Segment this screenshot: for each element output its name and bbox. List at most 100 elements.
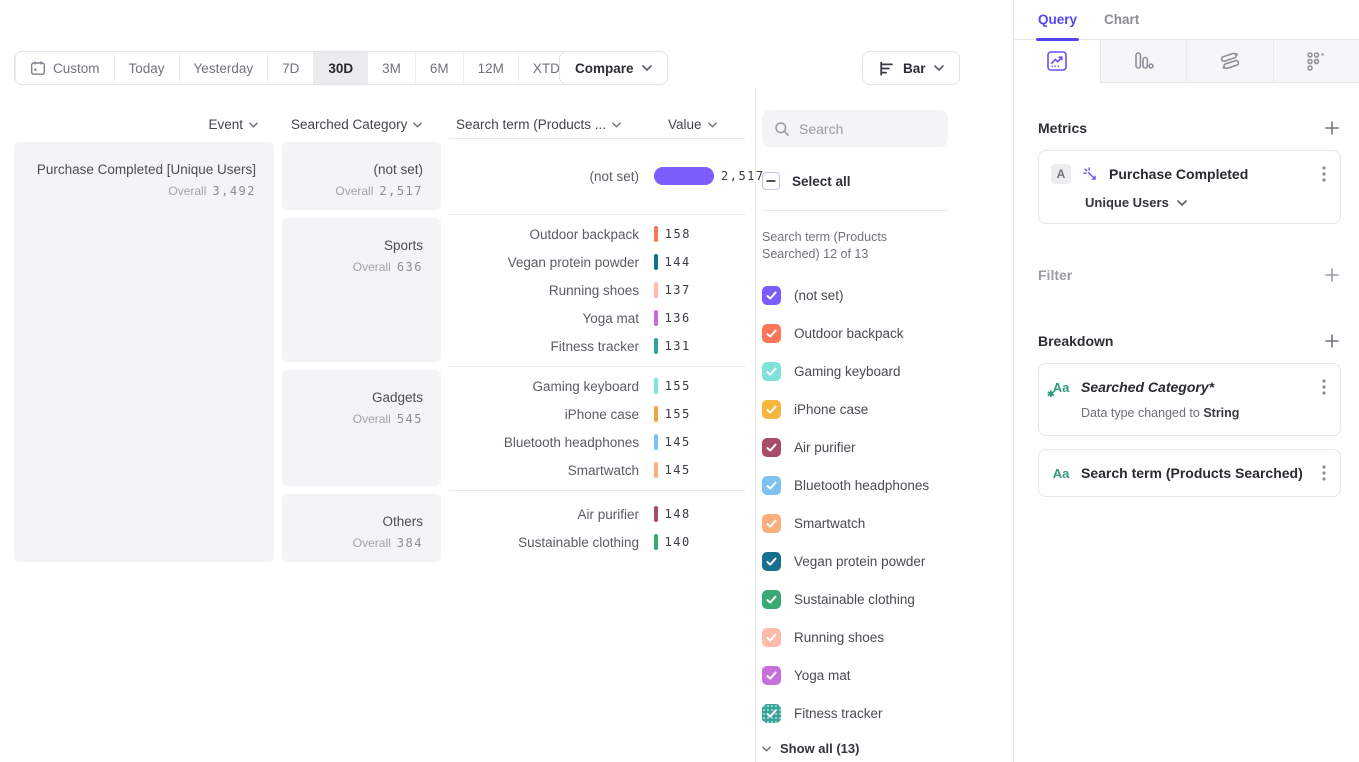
category-cell[interactable]: Others Overall384 <box>282 494 441 562</box>
legend-checkbox[interactable] <box>762 514 781 533</box>
category-cell[interactable]: Sports Overall636 <box>282 218 441 362</box>
select-all-checkbox[interactable] <box>762 172 780 190</box>
category-cell[interactable]: Gadgets Overall545 <box>282 370 441 486</box>
value-bar[interactable] <box>654 406 658 422</box>
legend-checkbox[interactable] <box>762 400 781 419</box>
legend-panel: Select all Search term (Products Searche… <box>762 110 948 756</box>
compare-button[interactable]: Compare <box>559 51 668 85</box>
term-row[interactable]: (not set) 2,517 <box>449 162 765 190</box>
legend-checkbox[interactable] <box>762 552 781 571</box>
value-bar[interactable] <box>654 534 658 550</box>
legend-item[interactable]: Bluetooth headphones <box>762 466 948 504</box>
chart-type-button[interactable]: Bar <box>862 51 960 85</box>
kebab-menu-icon[interactable] <box>1320 463 1328 483</box>
legend-item[interactable]: Gaming keyboard <box>762 352 948 390</box>
term-row[interactable]: Gaming keyboard 155 <box>449 372 745 400</box>
date-range-button[interactable]: 6M <box>415 52 463 84</box>
date-range-button[interactable]: 7D <box>267 52 313 84</box>
legend-search[interactable] <box>762 110 948 147</box>
category-cell[interactable]: (not set) Overall2,517 <box>282 142 441 210</box>
legend-checkbox[interactable] <box>762 704 781 723</box>
legend-checkbox[interactable] <box>762 476 781 495</box>
value-bar[interactable] <box>654 226 658 242</box>
legend-item[interactable]: Yoga mat <box>762 656 948 694</box>
tab-insights[interactable] <box>1014 40 1100 83</box>
term-row[interactable]: Running shoes 137 <box>449 276 745 304</box>
term-row[interactable]: Bluetooth headphones 145 <box>449 428 745 456</box>
legend-item[interactable]: Fitness tracker <box>762 694 948 732</box>
legend-item[interactable]: iPhone case <box>762 390 948 428</box>
column-header-event[interactable]: Event <box>14 117 258 132</box>
term-label: Fitness tracker <box>449 339 639 354</box>
date-range-button[interactable]: Today <box>114 52 179 84</box>
value-bar[interactable] <box>654 506 658 522</box>
legend-item[interactable]: Air purifier <box>762 428 948 466</box>
breakdown-card[interactable]: Aa✱ Search term (Products Searched) <box>1038 449 1341 497</box>
event-cell[interactable]: Purchase Completed [Unique Users] Overal… <box>14 142 274 562</box>
legend-item-label: Outdoor backpack <box>794 326 904 341</box>
date-range-label: XTD <box>533 61 560 76</box>
legend-checkbox[interactable] <box>762 666 781 685</box>
legend-item[interactable]: Outdoor backpack <box>762 314 948 352</box>
date-range-button[interactable]: Yesterday <box>179 52 268 84</box>
search-icon <box>774 121 790 137</box>
tab-flows[interactable] <box>1186 40 1273 82</box>
date-range-button[interactable]: 30D <box>313 52 367 84</box>
legend-checkbox[interactable] <box>762 362 781 381</box>
term-row[interactable]: Sustainable clothing 140 <box>449 528 745 556</box>
value-bar[interactable] <box>654 434 658 450</box>
value-bar[interactable] <box>654 254 658 270</box>
tab-chart[interactable]: Chart <box>1104 0 1139 39</box>
metric-card[interactable]: A Purchase Completed Unique Users <box>1038 150 1341 224</box>
value-bar[interactable] <box>654 282 658 298</box>
term-row[interactable]: Fitness tracker 131 <box>449 332 745 360</box>
legend-checkbox[interactable] <box>762 324 781 343</box>
term-row[interactable]: Outdoor backpack 158 <box>449 220 745 248</box>
compare-label: Compare <box>575 61 634 76</box>
value-bar[interactable] <box>654 338 658 354</box>
term-row[interactable]: Yoga mat 136 <box>449 304 745 332</box>
column-header-value[interactable]: Value <box>668 117 717 132</box>
value-bar[interactable] <box>654 462 658 478</box>
term-row[interactable]: Smartwatch 145 <box>449 456 745 484</box>
kebab-menu-icon[interactable] <box>1320 164 1328 184</box>
term-row[interactable]: Vegan protein powder 144 <box>449 248 745 276</box>
value-bar[interactable] <box>654 167 714 185</box>
legend-checkbox[interactable] <box>762 438 781 457</box>
add-breakdown-button[interactable] <box>1323 332 1341 350</box>
column-header-searched-category[interactable]: Searched Category <box>291 117 422 132</box>
breakdown-card[interactable]: Aa✱ Searched Category* Data type changed… <box>1038 363 1341 436</box>
column-header-search-term[interactable]: Search term (Products ... <box>456 117 621 132</box>
legend-item[interactable]: (not set) <box>762 276 948 314</box>
kebab-menu-icon[interactable] <box>1320 377 1328 397</box>
search-input[interactable] <box>799 121 929 137</box>
term-label: iPhone case <box>449 407 639 422</box>
value-bar[interactable] <box>654 378 658 394</box>
overall-value: 545 <box>397 412 423 426</box>
legend-checkbox[interactable] <box>762 590 781 609</box>
overall-label: Overall <box>168 184 206 198</box>
legend-item[interactable]: Vegan protein powder <box>762 542 948 580</box>
date-range-label: 7D <box>282 61 299 76</box>
date-range-button[interactable]: 3M <box>367 52 415 84</box>
term-row[interactable]: iPhone case 155 <box>449 400 745 428</box>
legend-checkbox[interactable] <box>762 628 781 647</box>
legend-checkbox[interactable] <box>762 286 781 305</box>
add-metric-button[interactable] <box>1323 119 1341 137</box>
legend-item[interactable]: Sustainable clothing <box>762 580 948 618</box>
date-range-button[interactable]: Custom <box>15 52 114 84</box>
select-all[interactable]: Select all <box>762 172 948 190</box>
tab-query[interactable]: Query <box>1038 0 1077 39</box>
legend-item[interactable]: Running shoes <box>762 618 948 656</box>
legend-item[interactable]: Smartwatch <box>762 504 948 542</box>
date-range-button[interactable]: 12M <box>463 52 518 84</box>
legend-item-label: Sustainable clothing <box>794 592 915 607</box>
measure-selector[interactable]: Unique Users <box>1085 195 1328 210</box>
tab-funnels[interactable] <box>1100 40 1187 82</box>
term-row[interactable]: Air purifier 148 <box>449 500 745 528</box>
tab-retention[interactable] <box>1273 40 1359 82</box>
show-all-link[interactable]: Show all (13) <box>762 741 948 756</box>
show-all-label: Show all (13) <box>780 741 859 756</box>
value-bar[interactable] <box>654 310 658 326</box>
add-filter-button[interactable] <box>1323 266 1341 284</box>
